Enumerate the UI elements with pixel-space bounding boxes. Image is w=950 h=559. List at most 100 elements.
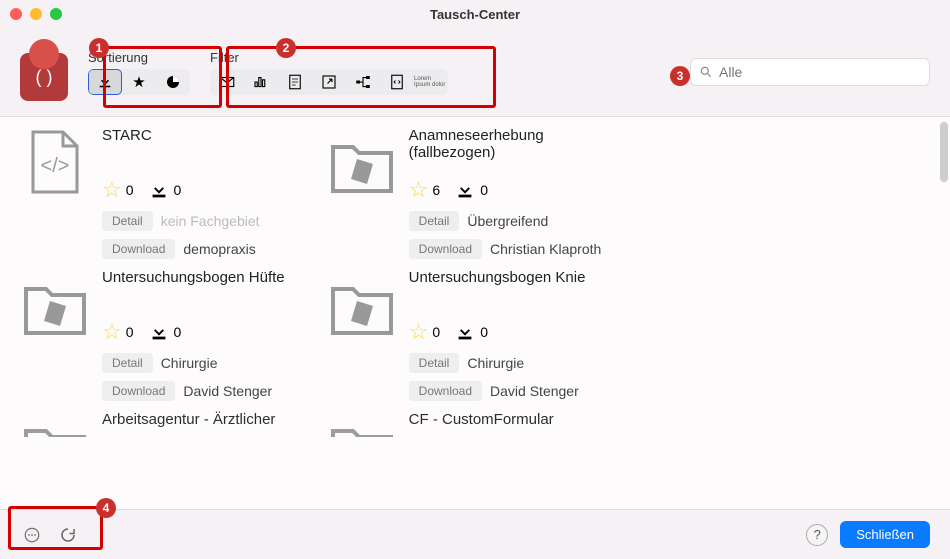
star-count: 6 (432, 182, 440, 198)
code-file-icon (388, 73, 406, 91)
close-button[interactable]: Schließen (840, 521, 930, 548)
card-subject: Chirurgie (467, 355, 524, 371)
card-item[interactable]: CF - CustomFormular (327, 411, 624, 437)
download-button[interactable]: Download (409, 239, 482, 259)
scrollbar[interactable] (940, 122, 948, 182)
card-grid: </> STARC ☆0 0 Detailkein Fachgebiet Dow… (20, 127, 930, 437)
card-author: Christian Klaproth (490, 241, 601, 257)
filter-label: Filter (210, 50, 448, 65)
svg-text:</>: </> (41, 155, 70, 177)
star-icon: ☆ (102, 177, 122, 203)
mail-icon (218, 73, 236, 91)
document-icon (286, 73, 304, 91)
download-count: 0 (480, 324, 488, 340)
more-button[interactable] (20, 523, 44, 547)
close-window-icon[interactable] (10, 8, 22, 20)
annotation-badge-4: 4 (96, 498, 116, 518)
search-input[interactable] (719, 64, 921, 80)
card-title: STARC (102, 127, 317, 167)
lorem-icon: Lorem Ipsum dolor (414, 76, 448, 88)
card-type-icon (327, 269, 397, 339)
traffic-lights (10, 8, 62, 20)
download-button[interactable]: Download (102, 381, 175, 401)
filter-group: Filter Lorem Ipsum dolor (210, 50, 448, 95)
card-item[interactable]: Untersuchungsbogen Knie ☆0 0 DetailChiru… (327, 269, 624, 401)
filter-code-button[interactable] (380, 69, 414, 95)
piechart-icon (164, 73, 182, 91)
download-count: 0 (480, 182, 488, 198)
star-count: 0 (432, 324, 440, 340)
annotation-badge-3: 3 (670, 66, 690, 86)
card-author: David Stenger (183, 383, 272, 399)
card-subject: Übergreifend (467, 213, 548, 229)
filter-mail-button[interactable] (210, 69, 244, 95)
card-subject: kein Fachgebiet (161, 213, 260, 229)
card-type-icon (327, 411, 397, 437)
card-type-icon (20, 411, 90, 437)
star-count: 0 (126, 324, 134, 340)
detail-button[interactable]: Detail (102, 353, 153, 373)
sort-buttons: ★ (88, 69, 190, 95)
star-icon: ☆ (102, 319, 122, 345)
star-count: 0 (126, 182, 134, 198)
detail-button[interactable]: Detail (409, 211, 460, 231)
toolbar: ( ) Sortierung ★ Filter (0, 28, 950, 116)
more-icon (23, 526, 41, 544)
sort-by-date-button[interactable] (156, 69, 190, 95)
minimize-window-icon[interactable] (30, 8, 42, 20)
download-icon (148, 179, 170, 201)
search-wrap (690, 58, 930, 86)
annotation-badge-1: 1 (89, 38, 109, 58)
download-button[interactable]: Download (409, 381, 482, 401)
card-author: demopraxis (183, 241, 255, 257)
content-area: </> STARC ☆0 0 Detailkein Fachgebiet Dow… (0, 116, 950, 509)
download-icon (148, 321, 170, 343)
zoom-window-icon[interactable] (50, 8, 62, 20)
flow-icon (354, 73, 372, 91)
filter-buttons: Lorem Ipsum dolor (210, 69, 448, 95)
download-count: 0 (174, 182, 182, 198)
card-type-icon: </> (20, 127, 90, 197)
download-icon (454, 321, 476, 343)
filter-doc-button[interactable] (278, 69, 312, 95)
card-title: Anamneseerhebung (fallbezogen) (409, 127, 624, 167)
refresh-button[interactable] (56, 523, 80, 547)
help-button[interactable]: ? (806, 524, 828, 546)
card-author: David Stenger (490, 383, 579, 399)
filter-stats-button[interactable] (244, 69, 278, 95)
card-title: Untersuchungsbogen Hüfte (102, 269, 317, 309)
card-title: Arbeitsagentur - Ärztlicher (102, 411, 317, 437)
card-item[interactable]: Anamneseerhebung (fallbezogen) ☆6 0 Deta… (327, 127, 624, 259)
star-icon: ☆ (409, 177, 429, 203)
detail-button[interactable]: Detail (102, 211, 153, 231)
search-box[interactable] (690, 58, 930, 86)
barchart-icon (252, 73, 270, 91)
star-icon: ☆ (409, 319, 429, 345)
sort-by-star-button[interactable]: ★ (122, 69, 156, 95)
filter-link-button[interactable] (312, 69, 346, 95)
card-type-icon (327, 127, 397, 197)
footer: ? Schließen (0, 509, 950, 559)
refresh-icon (59, 526, 77, 544)
card-item[interactable]: </> STARC ☆0 0 Detailkein Fachgebiet Dow… (20, 127, 317, 259)
filter-text-button[interactable]: Lorem Ipsum dolor (414, 69, 448, 95)
download-icon (96, 73, 114, 91)
window-title: Tausch-Center (430, 7, 520, 22)
annotation-badge-2: 2 (276, 38, 296, 58)
card-subject: Chirurgie (161, 355, 218, 371)
detail-button[interactable]: Detail (409, 353, 460, 373)
titlebar: Tausch-Center (0, 0, 950, 28)
download-button[interactable]: Download (102, 239, 175, 259)
sync-icon: ( ) (36, 67, 53, 88)
card-title: CF - CustomFormular (409, 411, 624, 437)
filter-flow-button[interactable] (346, 69, 380, 95)
card-item[interactable]: Arbeitsagentur - Ärztlicher (20, 411, 317, 437)
download-icon (454, 179, 476, 201)
sort-by-download-button[interactable] (88, 69, 122, 95)
download-count: 0 (174, 324, 182, 340)
card-item[interactable]: Untersuchungsbogen Hüfte ☆0 0 DetailChir… (20, 269, 317, 401)
app-icon: ( ) (20, 53, 68, 101)
star-icon: ★ (132, 73, 145, 91)
search-icon (699, 65, 713, 79)
external-link-icon (320, 73, 338, 91)
